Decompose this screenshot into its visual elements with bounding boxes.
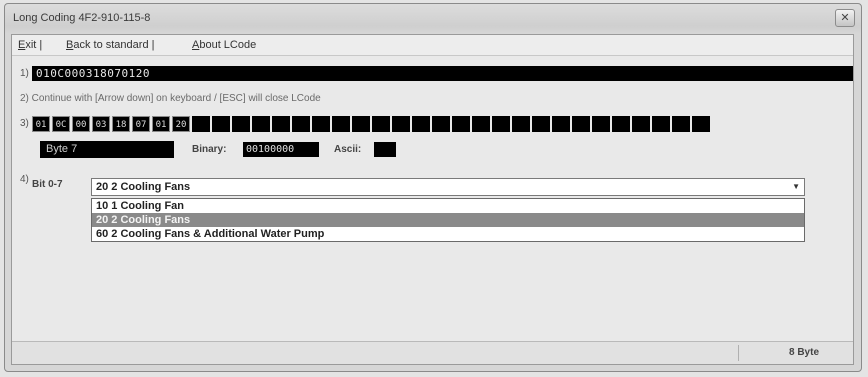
selected-byte-label: Byte 7 (40, 141, 174, 158)
byte-box[interactable] (572, 116, 590, 132)
byte-box[interactable] (552, 116, 570, 132)
dropdown-option[interactable]: 20 2 Cooling Fans (92, 213, 804, 227)
byte-box[interactable] (652, 116, 670, 132)
byte-grid: 01 0C 00 03 18 07 01 20 (32, 116, 710, 132)
dropdown-option[interactable]: 60 2 Cooling Fans & Additional Water Pum… (92, 227, 804, 241)
byte-box[interactable] (312, 116, 330, 132)
step-4-number: 4) (20, 174, 29, 185)
lcode-window: Long Coding 4F2-910-115-8 ✕ Exit | Back … (4, 3, 862, 372)
bit-value-dropdown: 10 1 Cooling Fan 20 2 Cooling Fans 60 2 Co… (91, 198, 805, 242)
menu-about-lcode[interactable]: About LCode (192, 39, 256, 51)
title-bar[interactable]: Long Coding 4F2-910-115-8 ✕ (5, 4, 861, 34)
byte-box[interactable] (452, 116, 470, 132)
instruction-text: 2) Continue with [Arrow down] on keyboar… (20, 93, 321, 104)
byte-box[interactable] (292, 116, 310, 132)
byte-box[interactable] (392, 116, 410, 132)
binary-label: Binary: (192, 144, 227, 155)
status-bar: 8 Byte (12, 341, 853, 364)
byte-box[interactable]: 01 (152, 116, 170, 132)
byte-box[interactable] (532, 116, 550, 132)
byte-box[interactable] (212, 116, 230, 132)
byte-box[interactable] (592, 116, 610, 132)
byte-box[interactable]: 18 (112, 116, 130, 132)
bit-value-select[interactable]: 20 2 Cooling Fans ▼ (91, 178, 805, 196)
byte-box[interactable] (672, 116, 690, 132)
byte-box[interactable] (192, 116, 210, 132)
byte-box[interactable] (692, 116, 710, 132)
byte-box[interactable] (612, 116, 630, 132)
byte-box[interactable] (252, 116, 270, 132)
byte-box[interactable]: 07 (132, 116, 150, 132)
long-code-field[interactable]: 010C000318070120 (32, 66, 853, 81)
byte-count: 8 Byte (789, 347, 820, 358)
menu-bar: Exit | Back to standard | About LCode (12, 35, 853, 56)
binary-value: 00100000 (243, 142, 319, 157)
byte-box[interactable] (272, 116, 290, 132)
byte-box[interactable]: 03 (92, 116, 110, 132)
menu-back-to-standard[interactable]: Back to standard | (66, 39, 154, 51)
select-value: 20 2 Cooling Fans (96, 181, 191, 193)
step-3-number: 3) (20, 118, 29, 129)
byte-box[interactable] (472, 116, 490, 132)
byte-box[interactable]: 0C (52, 116, 70, 132)
close-button[interactable]: ✕ (835, 9, 855, 27)
dropdown-option[interactable]: 10 1 Cooling Fan (92, 199, 804, 213)
byte-box[interactable]: 01 (32, 116, 50, 132)
byte-box[interactable]: 20 (172, 116, 190, 132)
byte-box[interactable] (412, 116, 430, 132)
bit-range-label: Bit 0-7 (32, 179, 63, 190)
ascii-value (374, 142, 396, 157)
byte-box[interactable] (372, 116, 390, 132)
byte-box[interactable] (332, 116, 350, 132)
byte-box[interactable] (512, 116, 530, 132)
client-area: Exit | Back to standard | About LCode 1)… (11, 34, 854, 365)
byte-box[interactable] (232, 116, 250, 132)
step-1-number: 1) (20, 68, 29, 79)
chevron-down-icon[interactable]: ▼ (792, 179, 800, 195)
byte-box[interactable] (632, 116, 650, 132)
menu-exit[interactable]: Exit | (18, 39, 42, 51)
byte-box[interactable] (432, 116, 450, 132)
byte-box[interactable] (352, 116, 370, 132)
status-divider (738, 345, 739, 361)
byte-box[interactable]: 00 (72, 116, 90, 132)
byte-box[interactable] (492, 116, 510, 132)
close-icon: ✕ (840, 12, 850, 24)
window-title: Long Coding 4F2-910-115-8 (13, 12, 151, 24)
ascii-label: Ascii: (334, 144, 362, 155)
